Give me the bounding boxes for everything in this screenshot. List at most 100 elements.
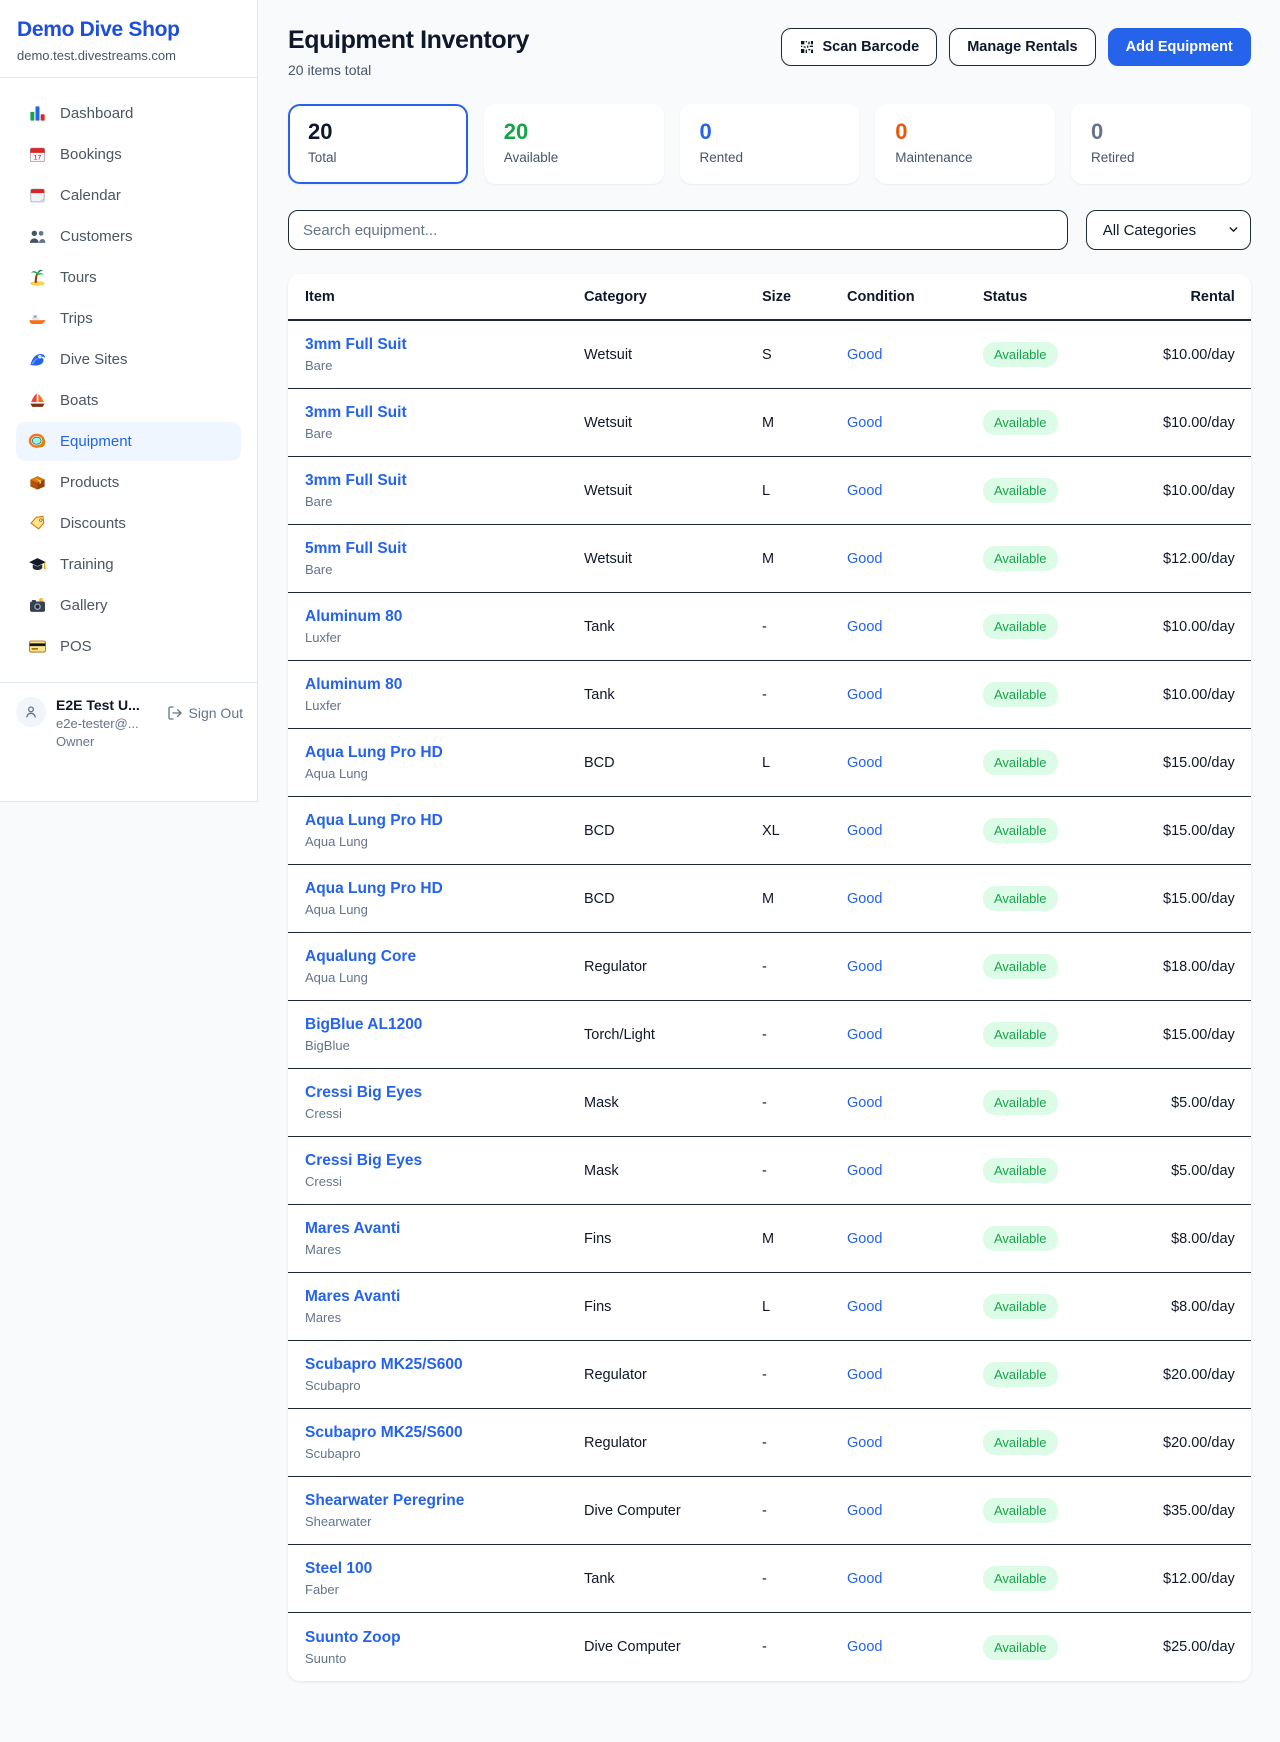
item-name-link[interactable]: Steel 100 (305, 1560, 584, 1578)
condition-link[interactable]: Good (847, 1231, 882, 1247)
item-brand: Aqua Lung (305, 834, 584, 849)
sidebar-item-trips[interactable]: Trips (16, 299, 241, 338)
condition-link[interactable]: Good (847, 891, 882, 907)
condition-link[interactable]: Good (847, 347, 882, 363)
condition-link[interactable]: Good (847, 959, 882, 975)
status-badge: Available (983, 1226, 1058, 1251)
item-name-link[interactable]: 5mm Full Suit (305, 540, 584, 558)
item-name-link[interactable]: Cressi Big Eyes (305, 1084, 584, 1102)
condition-link[interactable]: Good (847, 1435, 882, 1451)
condition-link[interactable]: Good (847, 619, 882, 635)
item-brand: Luxfer (305, 630, 584, 645)
item-name-link[interactable]: 3mm Full Suit (305, 472, 584, 490)
stat-card-maintenance[interactable]: 0 Maintenance (875, 104, 1055, 184)
stat-label: Available (504, 150, 644, 165)
add-equipment-button[interactable]: Add Equipment (1108, 28, 1251, 66)
condition-link[interactable]: Good (847, 1367, 882, 1383)
item-name-link[interactable]: Mares Avanti (305, 1288, 584, 1306)
item-brand: Aqua Lung (305, 766, 584, 781)
item-name-link[interactable]: Suunto Zoop (305, 1629, 584, 1647)
item-rental: $15.00/day (1163, 891, 1235, 907)
condition-link[interactable]: Good (847, 823, 882, 839)
sidebar-item-discounts[interactable]: Discounts (16, 504, 241, 543)
item-name-link[interactable]: Scubapro MK25/S600 (305, 1424, 584, 1442)
stat-card-retired[interactable]: 0 Retired (1071, 104, 1251, 184)
condition-link[interactable]: Good (847, 483, 882, 499)
equipment-table: Item Category Size Condition Status Rent… (288, 274, 1251, 1681)
condition-link[interactable]: Good (847, 1027, 882, 1043)
item-brand: Bare (305, 562, 584, 577)
manage-rentals-button[interactable]: Manage Rentals (949, 28, 1095, 66)
condition-link[interactable]: Good (847, 1095, 882, 1111)
item-size: - (762, 1163, 847, 1179)
sidebar-item-tours[interactable]: Tours (16, 258, 241, 297)
status-badge: Available (983, 1090, 1058, 1115)
stat-label: Rented (700, 150, 840, 165)
item-size: - (762, 959, 847, 975)
stat-value: 20 (308, 119, 448, 145)
table-row: Scubapro MK25/S600 Scubapro Regulator - … (288, 1341, 1251, 1409)
column-header-item: Item (305, 289, 584, 305)
item-name-link[interactable]: Aqualung Core (305, 948, 584, 966)
condition-link[interactable]: Good (847, 1571, 882, 1587)
sidebar-item-pos[interactable]: POS (16, 627, 241, 666)
item-name-link[interactable]: Mares Avanti (305, 1220, 584, 1238)
condition-link[interactable]: Good (847, 551, 882, 567)
table-row: Aluminum 80 Luxfer Tank - Good Available… (288, 661, 1251, 729)
item-name-link[interactable]: Shearwater Peregrine (305, 1492, 584, 1510)
sidebar-item-dashboard[interactable]: Dashboard (16, 94, 241, 133)
item-rental: $8.00/day (1163, 1299, 1235, 1315)
sidebar-item-equipment[interactable]: Equipment (16, 422, 241, 461)
stat-card-total[interactable]: 20 Total (288, 104, 468, 184)
sidebar-item-calendar[interactable]: Calendar (16, 176, 241, 215)
item-name-link[interactable]: BigBlue AL1200 (305, 1016, 584, 1034)
dashboard-icon (28, 104, 47, 123)
sidebar-item-gallery[interactable]: Gallery (16, 586, 241, 625)
stat-value: 0 (700, 119, 840, 145)
item-category: Tank (584, 687, 762, 703)
table-row: Mares Avanti Mares Fins M Good Available… (288, 1205, 1251, 1273)
table-row: Aqua Lung Pro HD Aqua Lung BCD L Good Av… (288, 729, 1251, 797)
item-rental: $20.00/day (1163, 1367, 1235, 1383)
search-input[interactable] (288, 210, 1068, 250)
status-badge: Available (983, 750, 1058, 775)
sidebar-item-products[interactable]: Products (16, 463, 241, 502)
condition-link[interactable]: Good (847, 1503, 882, 1519)
item-name-link[interactable]: Scubapro MK25/S600 (305, 1356, 584, 1374)
condition-link[interactable]: Good (847, 1639, 882, 1655)
category-select[interactable]: All Categories (1086, 210, 1251, 250)
item-name-link[interactable]: Aqua Lung Pro HD (305, 744, 584, 762)
item-name-link[interactable]: Aluminum 80 (305, 676, 584, 694)
discounts-icon (28, 514, 47, 533)
status-badge: Available (983, 1498, 1058, 1523)
sidebar-item-bookings[interactable]: Bookings (16, 135, 241, 174)
item-name-link[interactable]: 3mm Full Suit (305, 404, 584, 422)
sidebar-item-customers[interactable]: Customers (16, 217, 241, 256)
condition-link[interactable]: Good (847, 1299, 882, 1315)
item-name-link[interactable]: Aqua Lung Pro HD (305, 880, 584, 898)
sign-out-button[interactable]: Sign Out (167, 705, 243, 721)
stat-card-rented[interactable]: 0 Rented (680, 104, 860, 184)
stat-label: Total (308, 150, 448, 165)
status-badge: Available (983, 614, 1058, 639)
item-size: M (762, 891, 847, 907)
brand-title[interactable]: Demo Dive Shop (17, 18, 240, 42)
item-name-link[interactable]: Aqua Lung Pro HD (305, 812, 584, 830)
scan-barcode-button[interactable]: Scan Barcode (781, 28, 938, 66)
condition-link[interactable]: Good (847, 755, 882, 771)
item-name-link[interactable]: Cressi Big Eyes (305, 1152, 584, 1170)
sidebar-item-boats[interactable]: Boats (16, 381, 241, 420)
sidebar-item-dive-sites[interactable]: Dive Sites (16, 340, 241, 379)
status-badge: Available (983, 886, 1058, 911)
item-name-link[interactable]: Aluminum 80 (305, 608, 584, 626)
sidebar-item-training[interactable]: Training (16, 545, 241, 584)
item-size: - (762, 1571, 847, 1587)
condition-link[interactable]: Good (847, 1163, 882, 1179)
item-name-link[interactable]: 3mm Full Suit (305, 336, 584, 354)
condition-link[interactable]: Good (847, 415, 882, 431)
item-brand: Luxfer (305, 698, 584, 713)
condition-link[interactable]: Good (847, 687, 882, 703)
item-size: - (762, 1027, 847, 1043)
column-header-condition: Condition (847, 289, 983, 305)
stat-card-available[interactable]: 20 Available (484, 104, 664, 184)
